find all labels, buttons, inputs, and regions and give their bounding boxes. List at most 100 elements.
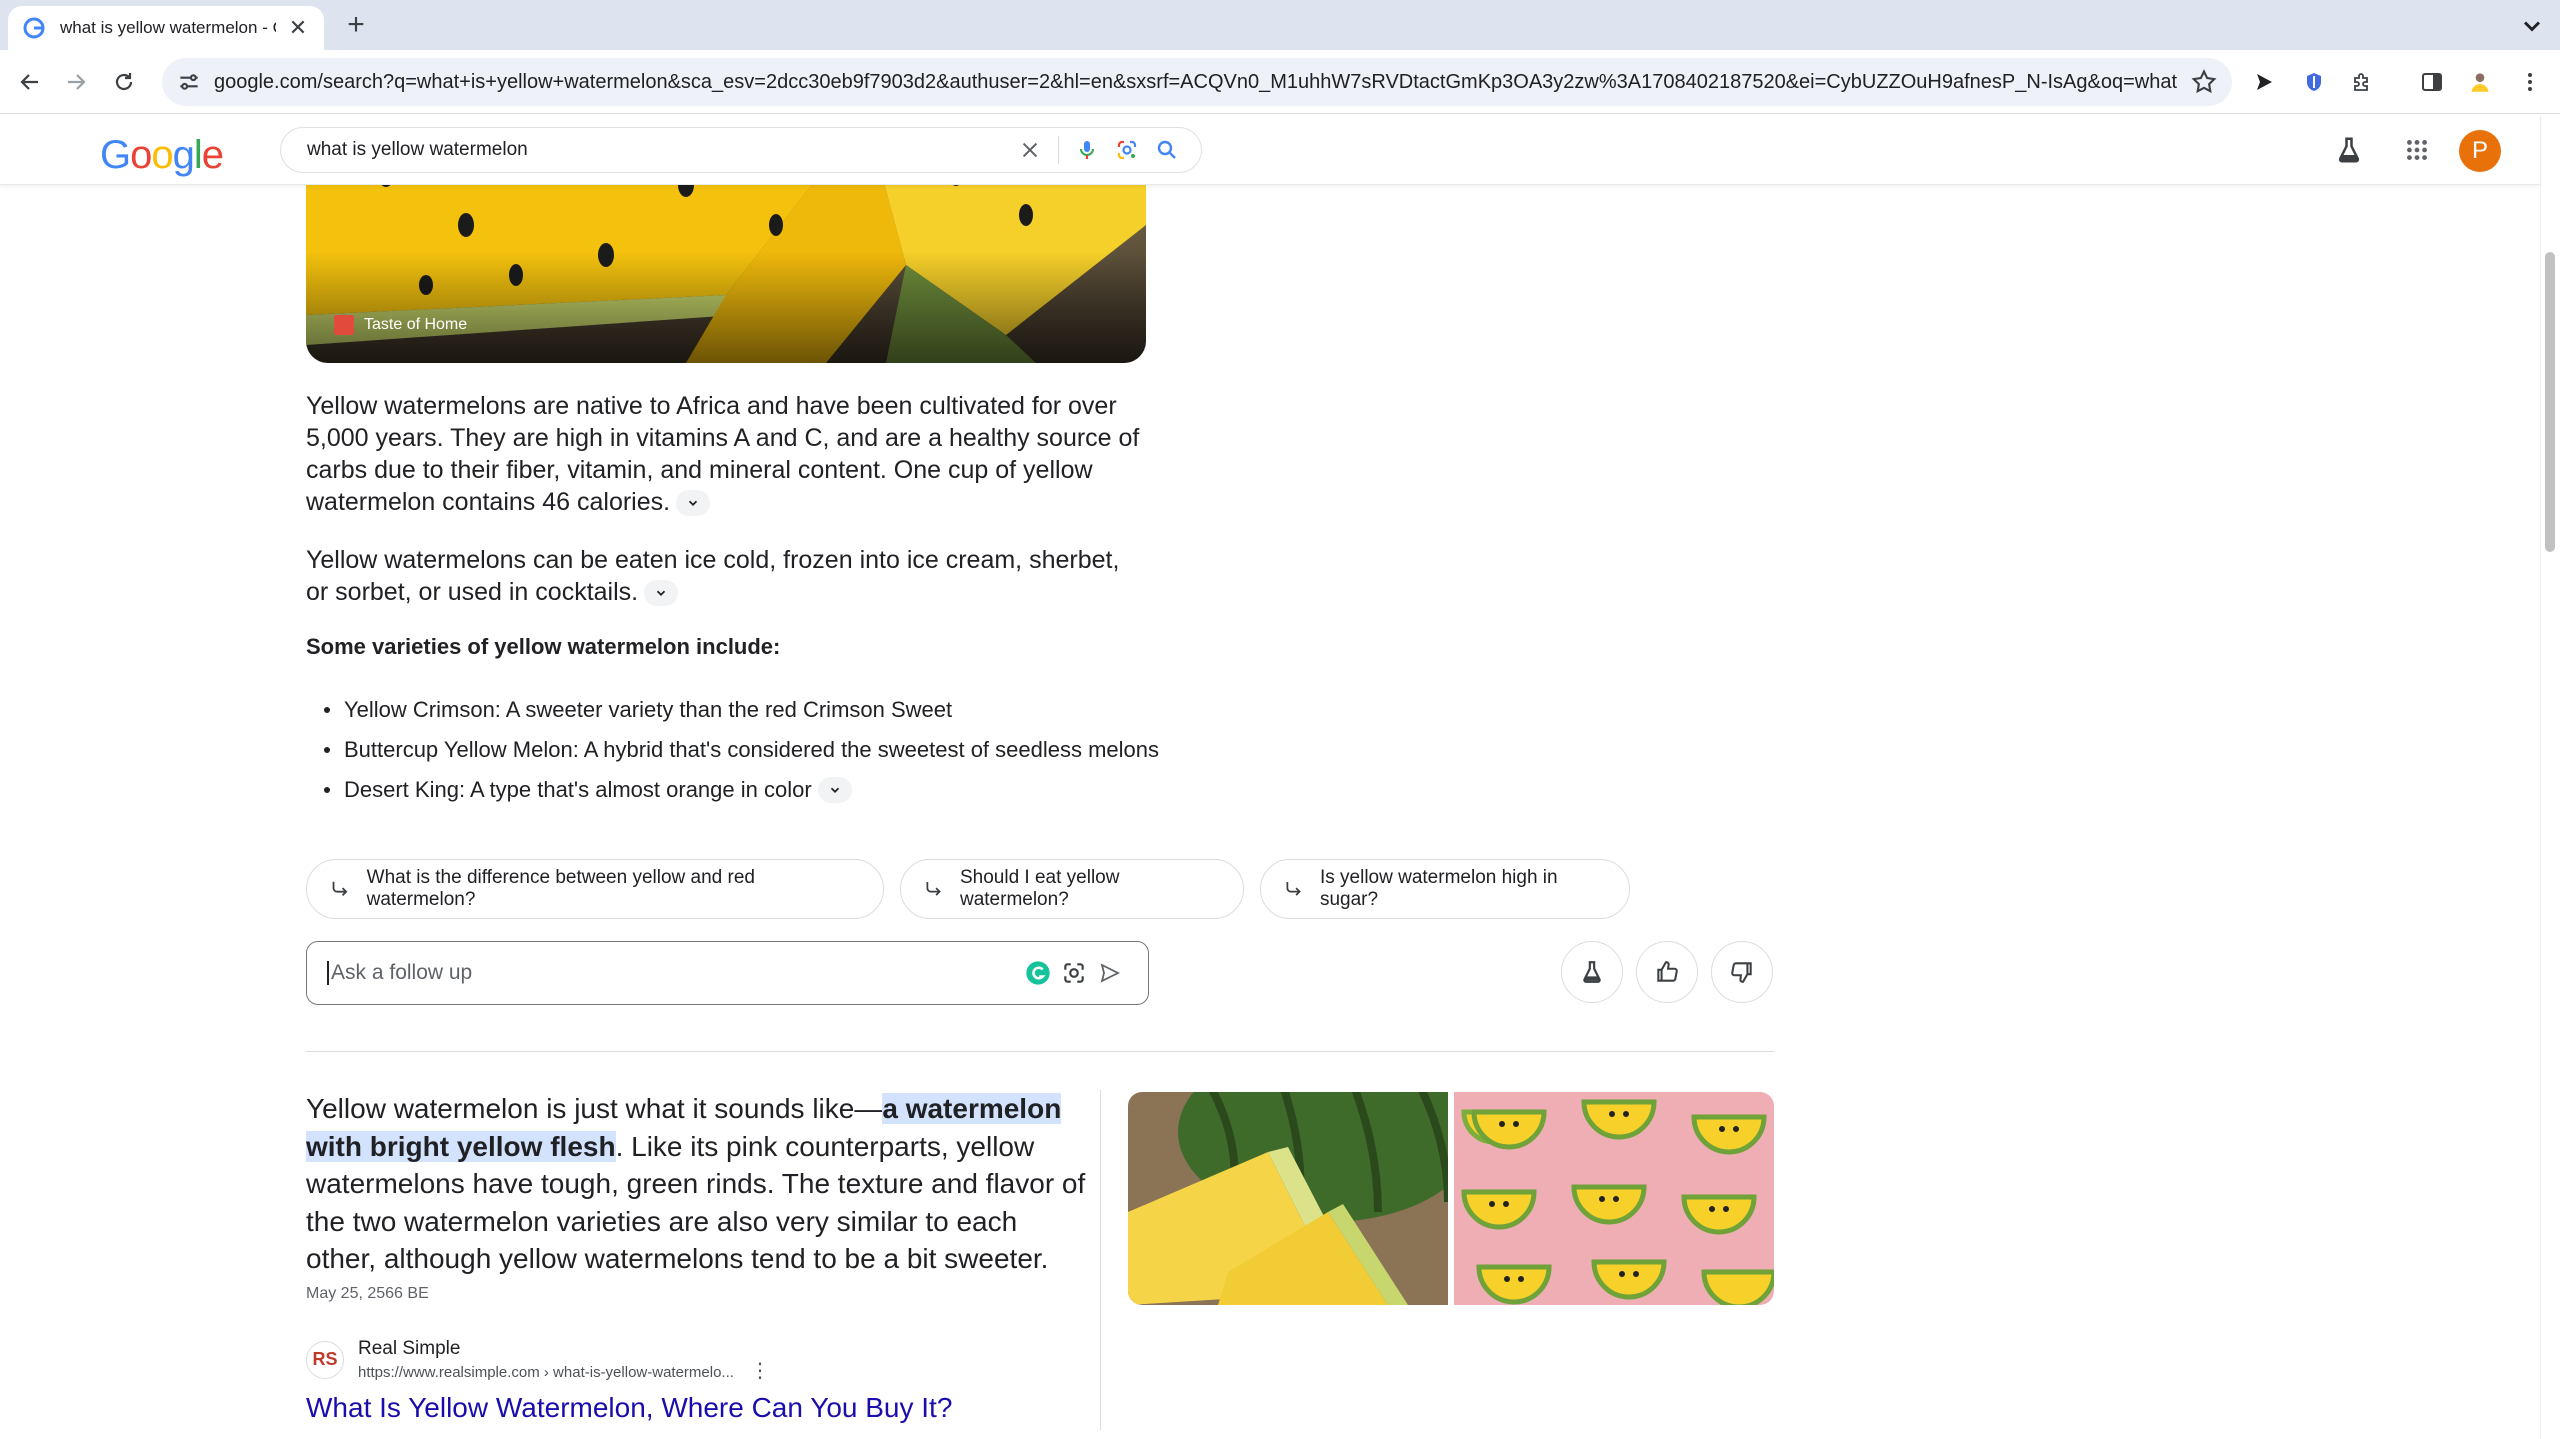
logo-letter: o [151,133,173,177]
clear-search-button[interactable] [1010,130,1050,170]
grammarly-button[interactable] [1020,955,1056,991]
profile-button[interactable] [2464,66,2496,98]
follow-up-placeholder: Ask a follow up [331,961,473,984]
tab-strip: what is yellow watermelon - G ✕ + [0,0,2560,50]
text-cursor [327,961,329,985]
thumbs-down-icon [1731,962,1752,983]
overview-paragraph-1-text: Yellow watermelons are native to Africa … [306,392,1140,516]
close-icon [1022,142,1038,158]
puzzle-icon [2354,73,2368,91]
list-item: Yellow Crimson: A sweeter variety than t… [306,690,1159,730]
search-query-text[interactable]: what is yellow watermelon [307,139,1010,161]
side-panel-icon [2422,73,2442,91]
send-icon [1100,963,1121,983]
follow-arrow-icon [1286,882,1301,896]
url-text[interactable]: google.com/search?q=what+is+yellow+water… [214,71,2178,94]
search-labs-button[interactable] [2328,129,2370,171]
hero-source-label: Taste of Home [364,316,468,333]
suggestion-chip[interactable]: What is the difference between yellow an… [306,859,884,919]
logo-letter: G [100,133,131,177]
forward-button[interactable] [60,66,92,98]
extensions-button[interactable] [2346,66,2378,98]
source-name: Real Simple [358,1338,461,1359]
suggestion-chip-label: Should I eat yellow watermelon? [959,867,1120,910]
browser-menu-button[interactable] [2514,66,2546,98]
search-icon [1157,140,1176,159]
google-apps-button[interactable] [2396,129,2438,171]
microphone-icon [1080,141,1094,159]
browser-toolbar: google.com/search?q=what+is+yellow+water… [0,50,2560,114]
camera-lens-icon [1064,963,1084,983]
snippet-image-2[interactable] [1454,1092,1774,1305]
result-title-link[interactable]: What Is Yellow Watermelon, Where Can You… [306,1392,952,1424]
google-lens-icon [1117,140,1137,160]
list-item: Desert King: A type that's almost orange… [306,770,1159,810]
thumbs-down-button[interactable] [1711,941,1773,1003]
account-avatar[interactable]: P [2459,130,2501,172]
google-logo[interactable]: Google [100,133,224,178]
result-menu-icon[interactable]: ⋮ [750,1358,770,1383]
reload-icon [115,73,133,91]
follow-up-input[interactable]: Ask a follow up [306,941,1149,1005]
side-panel-button[interactable] [2416,66,2448,98]
source-text-block: Real Simple https://www.realsimple.com ›… [358,1338,734,1381]
lens-search-button[interactable] [1107,130,1147,170]
chevron-down-icon [688,501,698,507]
watermelon-wedges-pink-photo [1454,1092,1774,1305]
result-source[interactable]: RS Real Simple https://www.realsimple.co… [306,1336,770,1383]
list-item: Buttercup Yellow Melon: A hybrid that's … [306,730,1159,770]
forward-arrow-icon [68,74,86,90]
varieties-heading: Some varieties of yellow watermelon incl… [306,634,781,659]
hero-image-source[interactable]: Taste of Home [334,315,467,335]
suggestion-chip-label: Is yellow watermelon high in sugar? [1319,867,1558,910]
address-bar[interactable]: google.com/search?q=what+is+yellow+water… [162,58,2232,106]
vertical-divider [1100,1090,1101,1430]
overview-paragraph-2-text: Yellow watermelons can be eaten ice cold… [306,546,1120,606]
send-button[interactable] [1092,955,1128,991]
shield-icon [2307,73,2321,91]
expand-chevron-button[interactable] [817,777,852,803]
logo-letter: e [201,133,224,177]
expand-chevron-button[interactable] [644,580,679,607]
expand-chevron-button[interactable] [676,490,711,517]
image-search-button[interactable] [1056,955,1092,991]
follow-arrow-icon [926,882,941,896]
extension-send-button[interactable] [2248,66,2280,98]
reload-button[interactable] [108,66,140,98]
kebab-menu-icon [2528,73,2532,91]
voice-search-button[interactable] [1067,130,1107,170]
suggestion-chip[interactable]: Should I eat yellow watermelon? [900,859,1244,919]
search-input[interactable]: what is yellow watermelon [280,127,1202,173]
back-arrow-icon [20,74,38,90]
bookmark-star-icon[interactable] [2190,68,2218,96]
send-arrow-icon [2257,74,2272,90]
back-button[interactable] [14,66,46,98]
flask-icon [1583,961,1601,983]
snippet-image-1[interactable] [1128,1092,1448,1305]
suggestion-chip[interactable]: Is yellow watermelon high in sugar? [1260,859,1630,919]
tab-search-chevron-icon[interactable] [2518,12,2546,40]
browser-tab[interactable]: what is yellow watermelon - G ✕ [8,6,324,50]
extension-shield-button[interactable] [2298,66,2330,98]
new-tab-button[interactable]: + [338,8,374,42]
labs-button[interactable] [1561,941,1623,1003]
search-submit-button[interactable] [1147,130,1187,170]
search-divider [1058,136,1059,164]
variety-text: Yellow Crimson: A sweeter variety than t… [344,697,953,722]
thumbs-up-icon [1657,961,1678,982]
variety-text: Desert King: A type that's almost orange… [344,777,812,802]
real-simple-logo: RS [306,1340,344,1379]
source-url: https://www.realsimple.com › what-is-yel… [358,1364,734,1381]
google-favicon-icon [23,17,45,39]
page-scrollbar-thumb[interactable] [2545,252,2555,552]
logo-letter: l [193,133,203,177]
varieties-list: Yellow Crimson: A sweeter variety than t… [306,690,1159,810]
site-settings-icon[interactable] [176,69,202,95]
thumbs-up-button[interactable] [1636,941,1698,1003]
overview-paragraph-2: Yellow watermelons can be eaten ice cold… [306,544,1146,608]
tab-close-icon[interactable]: ✕ [286,15,310,41]
logo-letter: g [172,133,195,177]
overview-paragraph-1: Yellow watermelons are native to Africa … [306,390,1146,518]
tab-title: what is yellow watermelon - G [60,18,276,37]
snippet-text: Yellow watermelon is just what it sounds… [306,1093,883,1124]
